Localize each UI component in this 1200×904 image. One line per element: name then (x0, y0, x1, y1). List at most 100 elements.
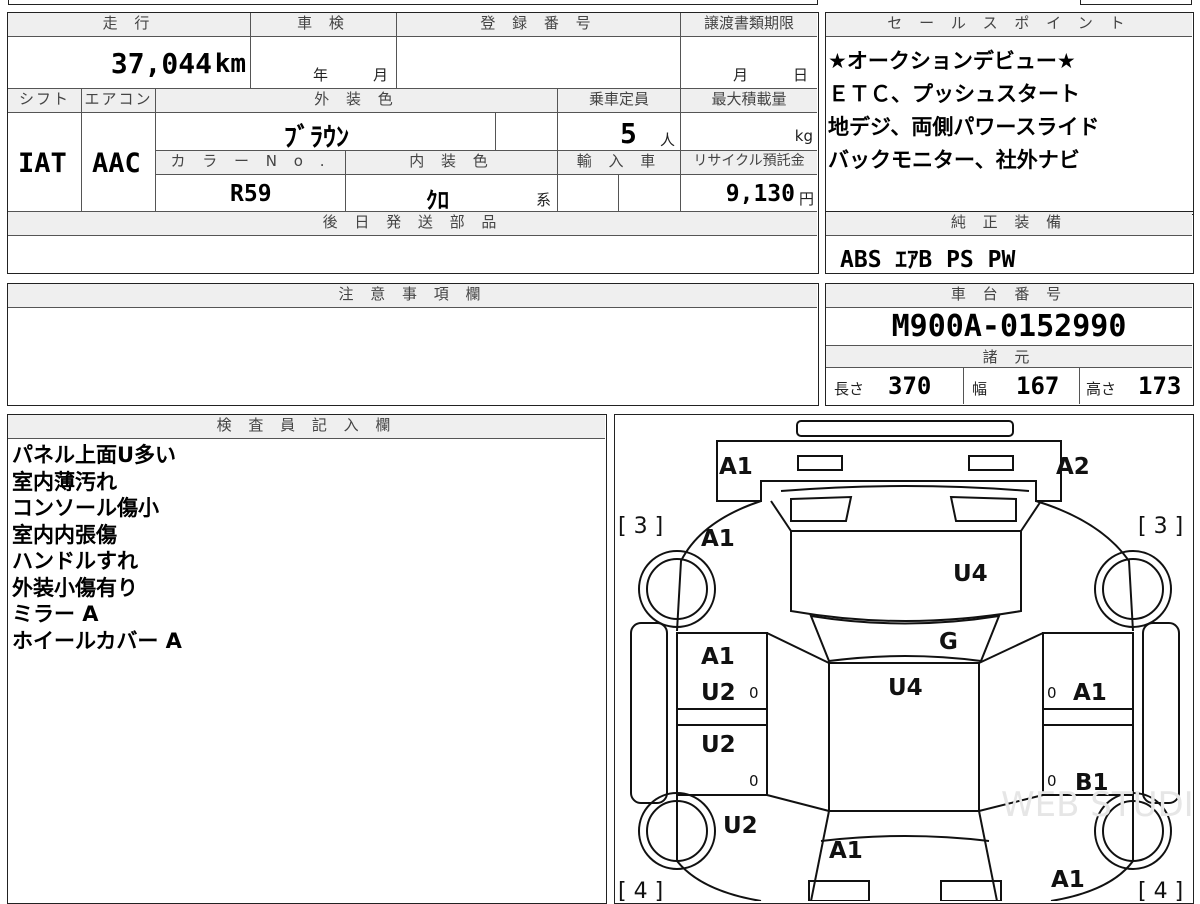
chassis-number: M900A-0152990 (891, 309, 1127, 344)
width-cell: 幅 167 (963, 368, 1079, 404)
inspection-month-label: 月 (373, 66, 389, 84)
damage-mark: A1 (829, 838, 863, 864)
sales-points-list: ★オークションデビュー★ ＥＴＣ、プッシュスタート 地デジ、両側パワースライド … (828, 45, 1190, 177)
tire-tread-label: [ 3 ] (1138, 514, 1183, 539)
sales-points-box: セ ー ル ス ポ イ ン ト ★オークションデビュー★ ＥＴＣ、プッシュスター… (825, 12, 1194, 215)
import-header: 輸 入 車 (557, 151, 680, 175)
damage-mark: G (939, 629, 958, 655)
tire-tread-label: [ 4 ] (1138, 879, 1183, 901)
capacity-cell: 5 人 (557, 113, 680, 151)
color-number-header: カ ラ ー N o . (155, 151, 345, 175)
capacity-unit: 人 (660, 131, 676, 149)
height-value: 173 (1138, 372, 1182, 400)
shift-value: IAT (18, 148, 67, 179)
registration-header: 登 録 番 号 (396, 13, 680, 37)
mileage-cell: 37,044 km (8, 37, 250, 89)
inspector-note-line: 室内薄汚れ (12, 469, 117, 494)
later-parts-header: 後 日 発 送 部 品 (8, 212, 817, 236)
recycle-deposit-unit: 円 (798, 190, 814, 208)
inspector-note-line: ミラー A (12, 602, 99, 626)
inspector-note-line: コンソール傷小 (12, 496, 159, 520)
damage-mark: A1 (701, 644, 735, 670)
width-label: 幅 (972, 380, 988, 398)
height-cell: 高さ 173 (1079, 368, 1192, 404)
exterior-color-value: ﾌﾞﾗｳﾝ (284, 123, 350, 153)
registration-cell (396, 37, 680, 89)
width-value: 167 (1016, 372, 1060, 400)
interior-color-header: 内 装 色 (345, 151, 557, 175)
vehicle-info-grid: 走 行 車 検 登 録 番 号 譲渡書類期限 37,044 km 年 月 月 日… (7, 12, 819, 274)
recycle-deposit-cell: 9,130 円 (680, 175, 817, 212)
chassis-box: 車 台 番 号 M900A-0152990 諸 元 長さ 370 幅 167 高… (825, 283, 1194, 406)
inspection-header: 車 検 (250, 13, 396, 37)
ac-header: エアコン (81, 89, 155, 113)
sales-point-line: ★オークションデビュー★ (828, 49, 1076, 73)
tire-tread-label: [ 3 ] (618, 514, 663, 539)
chassis-header: 車 台 番 号 (826, 284, 1192, 308)
shift-cell: IAT (8, 113, 81, 212)
transfer-deadline-header: 譲渡書類期限 (680, 13, 817, 37)
later-parts-cell (8, 236, 817, 272)
transfer-cell: 月 日 (680, 37, 817, 89)
ac-cell: AAC (81, 113, 155, 212)
equipment-value: ABS ｴｱB PS PW (840, 247, 1016, 273)
car-diagram-box: WEB STUDIO PRO A1 A2 A1 U4 G U4 A1 U2 U2… (614, 414, 1194, 904)
damage-mark: U4 (953, 561, 988, 587)
sales-point-line: 地デジ、両側パワースライド (828, 115, 1100, 139)
recycle-deposit-value: 9,130 (725, 181, 795, 207)
sales-point-line: ＥＴＣ、プッシュスタート (828, 82, 1080, 106)
capacity-header: 乗車定員 (557, 89, 680, 113)
shift-header: シフト (8, 89, 81, 113)
mileage-value: 37,044 (110, 47, 212, 80)
interior-color-suffix: 系 (536, 191, 552, 209)
top-edge-row (8, 0, 818, 5)
max-load-header: 最大積載量 (680, 89, 817, 113)
damage-mark: B1 (1075, 770, 1109, 796)
damage-mark: A1 (701, 526, 735, 552)
door-zero-mark: 0 (1047, 772, 1057, 790)
equipment-box: 純 正 装 備 ABS ｴｱB PS PW (825, 211, 1194, 274)
length-value: 370 (888, 372, 932, 400)
door-zero-mark: 0 (749, 684, 759, 702)
equipment-header: 純 正 装 備 (826, 212, 1192, 236)
inspector-note-line: 外装小傷有り (12, 575, 138, 600)
tire-tread-label: [ 4 ] (618, 879, 663, 901)
color-number-value: R59 (230, 181, 272, 207)
car-diagram: WEB STUDIO PRO A1 A2 A1 U4 G U4 A1 U2 U2… (618, 420, 1192, 901)
transfer-day-label: 日 (793, 66, 809, 84)
inspector-box: 検 査 員 記 入 欄 パネル上面U多い 室内薄汚れ コンソール傷小 室内内張傷… (7, 414, 607, 904)
inspector-note-line: 室内内張傷 (12, 522, 117, 547)
damage-mark: A1 (1051, 867, 1085, 893)
max-load-cell: kg (680, 113, 817, 151)
exterior-color-cell: ﾌﾞﾗｳﾝ (155, 113, 495, 153)
sales-point-line: バックモニター、社外ナビ (828, 148, 1080, 172)
color-number-cell: R59 (155, 175, 345, 212)
ac-value: AAC (92, 148, 141, 179)
damage-mark: U2 (701, 732, 736, 758)
exterior-extra-cell (495, 113, 557, 151)
inspector-note-line: ホイールカバー A (12, 628, 182, 653)
mileage-header: 走 行 (8, 13, 250, 37)
damage-mark: A1 (719, 454, 753, 480)
inspection-year-label: 年 (313, 66, 329, 84)
height-label: 高さ (1086, 380, 1117, 398)
damage-mark: U4 (888, 675, 923, 701)
specs-header: 諸 元 (826, 346, 1192, 368)
length-label: 長さ (834, 380, 865, 398)
import-cell-1 (557, 175, 618, 212)
inspector-notes-list: パネル上面U多い 室内薄汚れ コンソール傷小 室内内張傷 ハンドルすれ 外装小傷… (12, 442, 602, 654)
inspector-header: 検 査 員 記 入 欄 (8, 415, 605, 439)
mileage-unit: km (214, 49, 246, 79)
import-cell-2 (618, 175, 680, 212)
top-edge-row-right (1080, 0, 1192, 5)
interior-color-cell: ｸﾛ 系 (345, 175, 557, 214)
damage-mark: U2 (701, 680, 736, 706)
damage-mark: U2 (723, 813, 758, 839)
chassis-cell: M900A-0152990 (826, 308, 1192, 346)
interior-color-value: ｸﾛ (426, 188, 449, 214)
door-zero-mark: 0 (749, 772, 759, 790)
inspection-cell: 年 月 (250, 37, 396, 89)
length-cell: 長さ 370 (826, 368, 963, 404)
sales-points-header: セ ー ル ス ポ イ ン ト (826, 13, 1192, 37)
transfer-month-label: 月 (733, 66, 749, 84)
